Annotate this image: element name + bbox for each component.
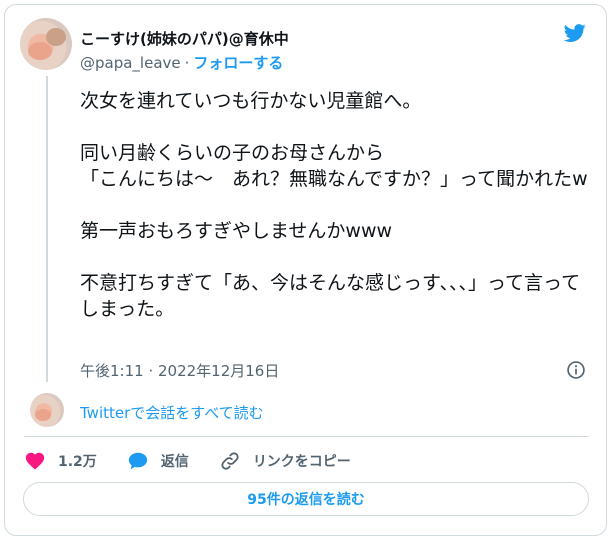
author-handle-row: @papa_leave · フォローする [80, 52, 283, 73]
twitter-bird-icon[interactable] [562, 22, 588, 44]
like-button[interactable]: 1.2万 [24, 450, 97, 472]
reply-label: 返信 [160, 454, 189, 470]
avatar-cheek-shape [28, 42, 52, 60]
action-bar: 1.2万 返信 リンクをコピー [24, 448, 381, 474]
tweet-timestamp[interactable]: 午後1:11 · 2022年12月16日 [80, 360, 279, 381]
link-icon [221, 452, 239, 470]
copy-link-button[interactable]: リンクをコピー [219, 450, 351, 472]
author-avatar[interactable] [20, 18, 72, 70]
info-icon[interactable] [566, 360, 586, 380]
author-display-name[interactable]: こーすけ(姉妹のパパ)@育休中 [80, 28, 289, 49]
avatar-hair-shape [46, 28, 66, 46]
copy-link-label: リンクをコピー [252, 454, 351, 470]
like-count: 1.2万 [58, 454, 97, 470]
author-handle[interactable]: @papa_leave [80, 54, 181, 72]
tweet-text: 次女を連れていつも行かない児童館へ。 同い月齢くらいの子のお母さんから 「こんに… [80, 90, 588, 320]
divider [24, 436, 589, 437]
read-replies-button[interactable]: 95件の返信を読む [23, 482, 589, 516]
thread-avatar[interactable] [30, 393, 64, 427]
avatar-cheek-shape [35, 409, 51, 421]
speech-bubble-icon [128, 452, 147, 470]
separator-dot: · [184, 54, 190, 72]
thread-line [46, 76, 48, 382]
read-thread-link[interactable]: Twitterで会話をすべて読む [80, 402, 264, 423]
follow-button[interactable]: フォローする [193, 54, 283, 72]
heart-icon [25, 452, 45, 470]
reply-button[interactable]: 返信 [127, 450, 189, 472]
